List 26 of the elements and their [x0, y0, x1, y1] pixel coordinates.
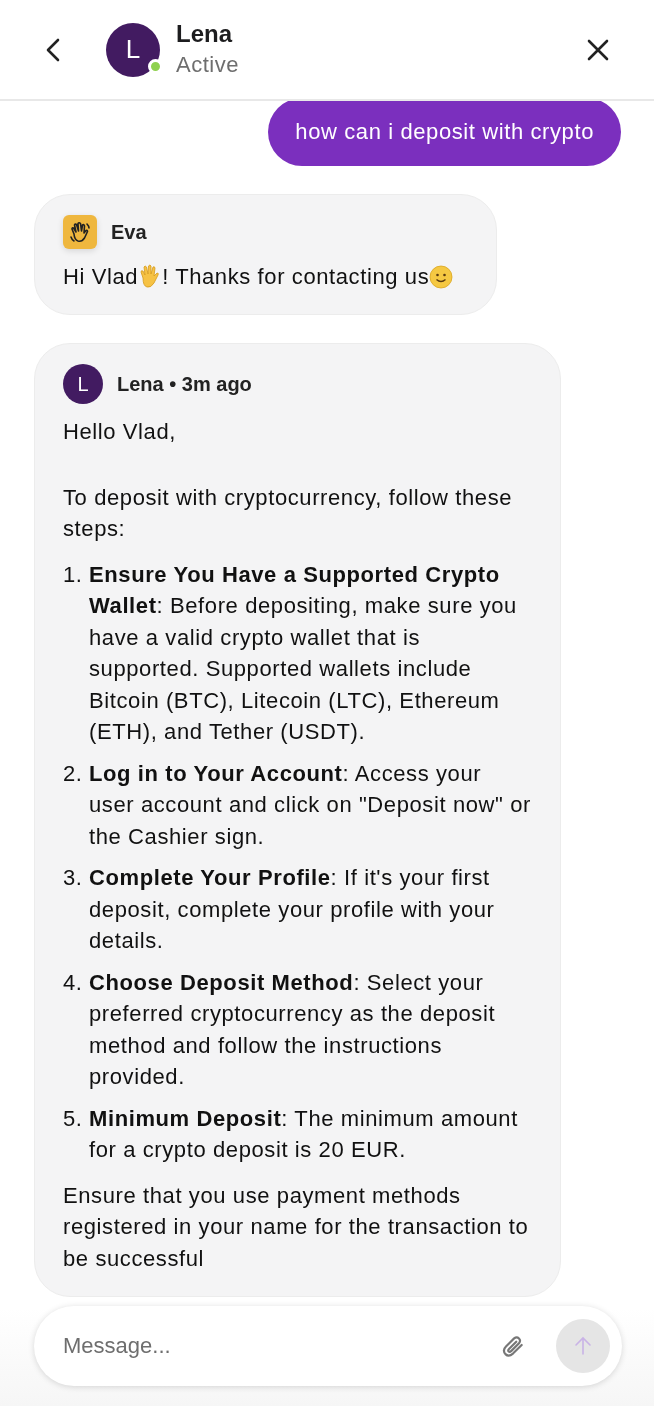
- list-item-text: Ensure You Have a Supported Crypto Wallet: Before depositing, make sure you have a valid crypto wallet that is supported. Supported wallets include Bitcoin (BTC), Litecoin (LTC), Ethereum (ETH), and Tether (USDT).: [89, 560, 518, 746]
- message-text: ! Thanks for contacting us: [162, 263, 430, 291]
- list-number: 4.: [63, 968, 83, 997]
- list-item-text: Log in to Your Account: Access your user account and click on "Deposit now" or the Cashier sign.: [89, 759, 532, 851]
- list-item-text: Minimum Deposit: The minimum amount for a crypto deposit is 20 EUR.: [89, 1104, 519, 1164]
- message-paragraph: To deposit with cryptocurrency, follow these steps:: [63, 483, 514, 543]
- list-number: 1.: [63, 560, 83, 589]
- contact-status: Active: [176, 50, 240, 79]
- message-field[interactable]: Message...: [34, 1306, 622, 1386]
- contact-name: Lena: [176, 18, 234, 49]
- list-item-text: Choose Deposit Method: Select your preferred cryptocurrency as the deposit method and follow the instructions provided.: [89, 968, 497, 1091]
- avatar: L: [63, 364, 103, 404]
- sender-name: Eva: [111, 220, 147, 244]
- avatar: L: [106, 22, 160, 77]
- smiley-icon: [429, 264, 454, 289]
- user-message-bubble: how can i deposit with crypto: [268, 101, 621, 166]
- message-input[interactable]: Message...: [61, 1332, 496, 1360]
- list-number: 5.: [63, 1104, 83, 1133]
- message-text: Hi Vlad: [63, 263, 139, 291]
- message-paragraph: Hello Vlad,: [63, 418, 177, 446]
- list-number: 2.: [63, 759, 83, 788]
- waving-hand-icon: [63, 215, 97, 249]
- list-number: 3.: [63, 864, 83, 892]
- sender-name: Lena • 3m ago: [117, 372, 252, 396]
- message-paragraph: Ensure that you use payment methods registered in your name for the transaction to be successful: [63, 1181, 530, 1273]
- list-item-text: Complete Your Profile: If it's your first deposit, complete your profile with your details.: [89, 864, 496, 955]
